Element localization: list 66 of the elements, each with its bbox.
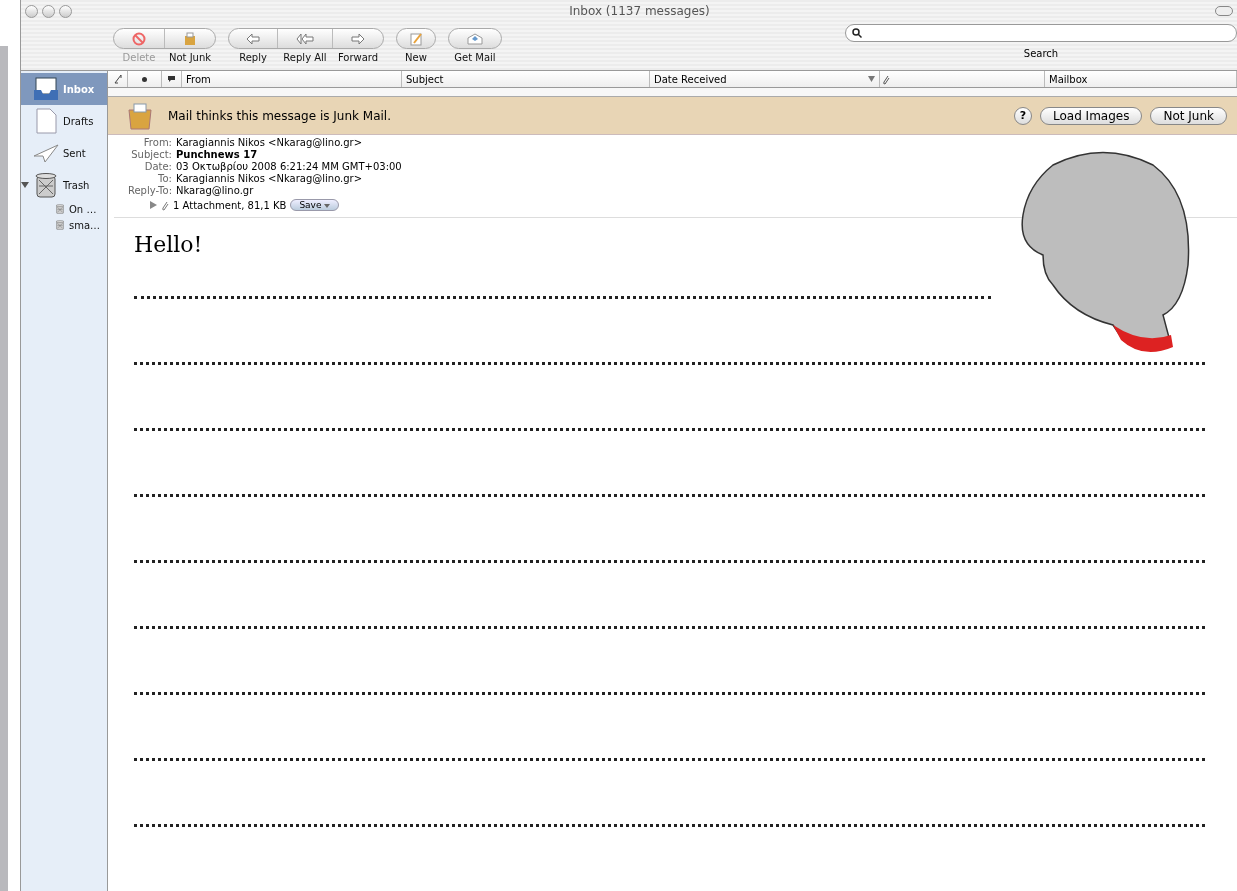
column-header[interactable]: Mailbox [1045,71,1237,87]
toolbar-button[interactable]: New [396,52,436,63]
header-value: Karagiannis Nikos <Nkarag@lino.gr> [176,173,363,185]
reply-arrow-icon [246,32,260,45]
caret-icon [324,204,331,208]
header-label: To: [157,173,172,185]
header-value: 03 Οκτωβρίου 2008 6:21:24 ΜΜ GMT+03:00 [176,161,402,173]
mailbox-label: Sent [63,147,86,159]
toolbar-button[interactable]: Get Mail [448,52,502,63]
envelope-icon [467,32,483,45]
disclosure-triangle-icon[interactable] [150,201,157,209]
expand-arrows-icon [113,74,122,84]
junk-bar-button[interactable]: Not Junk [1150,106,1227,125]
greeting-text: Hello! [134,232,204,257]
toolbar-button[interactable]: Forward [332,52,384,63]
search-field[interactable] [845,24,1237,42]
header-label: Date: [143,161,172,173]
window-title: Inbox (1137 messages) [568,4,711,18]
header-label: From: [142,137,172,149]
mailbox-item[interactable]: Drafts [21,105,107,137]
toolbar-button[interactable]: Reply All [277,52,333,63]
dot-icon [142,76,147,82]
trash-can-icon [55,204,65,214]
search-icon [852,28,862,38]
header-value: Punchnews 17 [176,149,258,161]
mailbox-label: On … [69,203,97,215]
header-value: Karagiannis Nikos <Nkarag@lino.gr> [176,137,363,149]
mailbox-item[interactable]: Trash [21,169,107,201]
junk-bar-button[interactable]: Load Images [1040,106,1143,125]
search-label: Search [1023,48,1059,59]
save-button[interactable]: Save [290,199,340,211]
header-label: Subject: [130,149,172,161]
toolbar-button[interactable]: Not Junk [164,52,216,63]
window-button[interactable] [59,4,72,18]
mailbox-label: Inbox [63,83,95,95]
prohibited-icon [132,31,146,46]
reply-all-arrow-icon [296,32,314,45]
window-button[interactable] [25,4,38,18]
mailbox-label: Trash [63,179,90,191]
trash-can-icon [55,220,65,230]
column-header[interactable]: Date Received [650,71,880,87]
mailbox-label: Drafts [63,115,94,127]
trash-can-icon [33,172,59,198]
help-button[interactable]: ? [1014,106,1032,125]
sort-arrow-icon [868,76,875,82]
paperclip-icon [161,199,169,211]
header-label: Reply-To: [126,185,172,197]
mailbox-item[interactable]: On … [21,201,107,217]
mailbox-label: sma… [69,219,101,231]
mailbox-item[interactable]: Sent [21,137,107,169]
window-pill-button[interactable] [1215,6,1233,16]
document-icon [33,108,59,134]
column-header[interactable]: Subject [402,71,650,87]
pencil-note-icon [409,31,423,46]
toolbar-button[interactable]: Reply [228,52,278,63]
junk-message: Mail thinks this message is Junk Mail. [168,108,392,123]
speech-bubble-icon [167,75,176,83]
mailbox-item[interactable]: sma… [21,217,107,233]
inbox-tray-icon [33,76,59,102]
column-header[interactable]: From [182,71,402,87]
header-value: Nkarag@lino.gr [176,185,254,197]
window-button[interactable] [42,4,55,18]
paperclip-icon [882,73,890,85]
disclosure-triangle-icon[interactable] [21,181,29,189]
attachment-info: 1 Attachment, 81,1 KB [173,199,287,211]
forward-arrow-icon [351,32,365,45]
